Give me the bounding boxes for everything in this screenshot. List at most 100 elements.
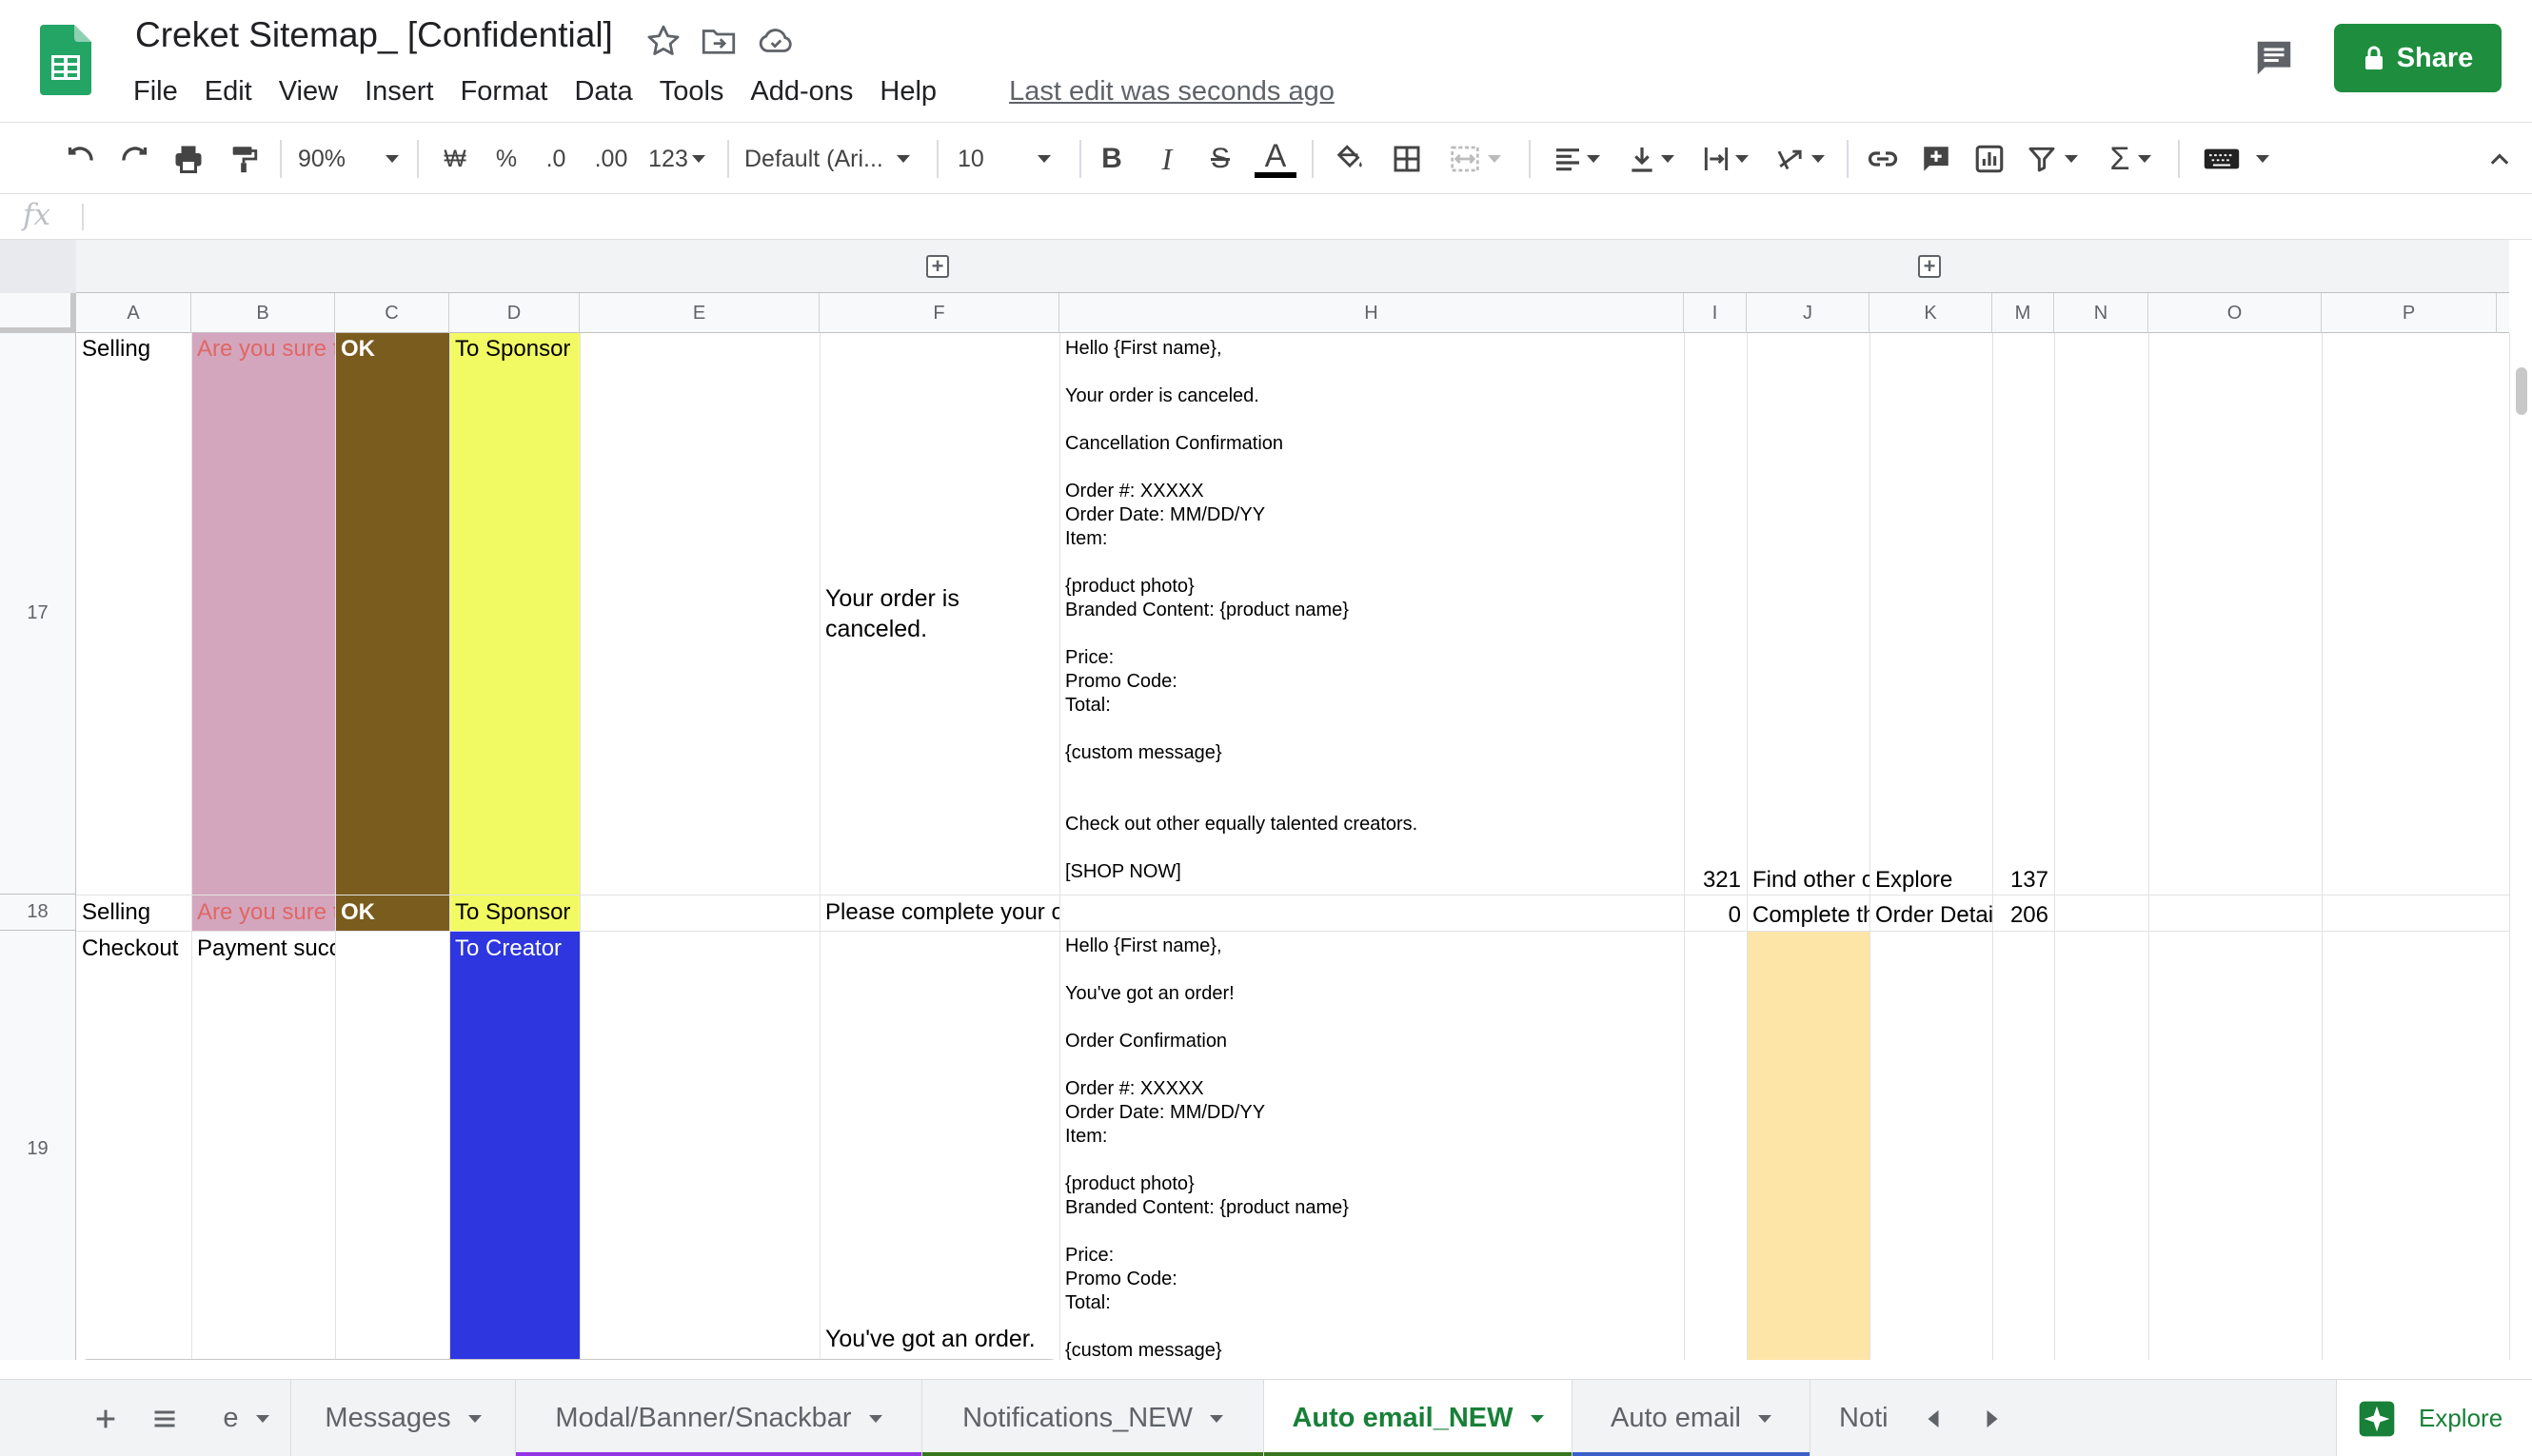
input-tools-icon[interactable] [2193, 123, 2279, 195]
column-header-j[interactable]: J [1747, 293, 1869, 333]
column-header-k[interactable]: K [1869, 293, 1992, 333]
paint-format-icon[interactable] [221, 123, 267, 195]
formula-input[interactable] [95, 194, 2513, 240]
add-sheet-icon[interactable] [80, 1380, 131, 1456]
horizontal-align-icon[interactable] [1544, 123, 1609, 195]
menu-insert[interactable]: Insert [365, 76, 434, 108]
sheet-tab-auto-email[interactable]: Auto email [1573, 1380, 1810, 1456]
text-rotation-icon[interactable] [1767, 123, 1833, 195]
cell-b19[interactable]: Payment success [191, 933, 335, 965]
strikethrough-button[interactable]: S [1201, 123, 1239, 195]
sheet-tab-auto-email-new[interactable]: Auto email_NEW [1264, 1380, 1573, 1456]
text-wrapping-icon[interactable] [1692, 123, 1757, 195]
insert-chart-icon[interactable] [1967, 123, 2012, 195]
insert-comment-icon[interactable] [1913, 123, 1959, 195]
cell-a18[interactable]: Selling [76, 896, 191, 929]
column-header-d[interactable]: D [449, 293, 580, 333]
currency-format-button[interactable]: ₩ [436, 123, 474, 195]
undo-icon[interactable] [57, 123, 103, 195]
collapse-toolbar-icon[interactable] [2481, 123, 2519, 195]
column-header-o[interactable]: O [2148, 293, 2322, 333]
sheet-tab-partial[interactable]: e [202, 1380, 291, 1456]
merge-cells-icon[interactable] [1441, 123, 1508, 195]
all-sheets-icon[interactable] [139, 1380, 190, 1456]
scroll-tabs-left-icon[interactable] [1908, 1380, 1959, 1456]
expand-group-icon[interactable]: + [926, 255, 949, 278]
sheet-tab-modal-banner-snackbar[interactable]: Modal/Banner/Snackbar [516, 1380, 922, 1456]
cell-k18[interactable]: Order Detail [1869, 899, 1992, 932]
column-header-e[interactable]: E [580, 293, 820, 333]
sheet-tab-messages[interactable]: Messages [291, 1380, 516, 1456]
explore-button[interactable]: Explore [2336, 1380, 2532, 1456]
borders-icon[interactable] [1386, 123, 1428, 195]
cell-b17[interactable]: Are you sure t [191, 333, 335, 365]
cell-d19[interactable]: To Creator [449, 933, 580, 965]
row-header-19[interactable]: 19 [0, 931, 76, 1360]
more-formats-button[interactable]: 123 [643, 123, 710, 195]
column-header-n[interactable]: N [2054, 293, 2148, 333]
zoom-select[interactable]: 90% [291, 123, 406, 195]
star-icon[interactable] [643, 21, 683, 61]
menu-data[interactable]: Data [574, 76, 632, 108]
vertical-align-icon[interactable] [1618, 123, 1683, 195]
filter-icon[interactable] [2020, 123, 2085, 195]
menu-edit[interactable]: Edit [205, 76, 252, 108]
document-title[interactable]: Creket Sitemap_ [Confidential] [135, 15, 613, 55]
expand-group-icon[interactable]: + [1918, 255, 1941, 278]
print-icon[interactable] [166, 123, 211, 195]
increase-decimals-button[interactable]: .00 [588, 123, 634, 195]
column-header-p[interactable]: P [2322, 293, 2497, 333]
cell-m18[interactable]: 206 [1992, 899, 2054, 932]
insert-link-icon[interactable] [1860, 123, 1906, 195]
sheets-logo-icon[interactable] [40, 25, 91, 95]
column-header-m[interactable]: M [1992, 293, 2054, 333]
decrease-decimals-button[interactable]: .0 [537, 123, 575, 195]
percent-format-button[interactable]: % [487, 123, 525, 195]
last-edit-link[interactable]: Last edit was seconds ago [1009, 76, 1335, 108]
select-all-corner[interactable] [0, 293, 76, 333]
cell-i18[interactable]: 0 [1684, 899, 1747, 932]
comment-history-icon[interactable] [2252, 36, 2296, 80]
cell-f17[interactable]: Your order is canceled. [820, 333, 1059, 895]
share-button[interactable]: Share [2334, 24, 2502, 92]
sheet-tab-noti-partial[interactable]: Noti [1810, 1380, 1902, 1456]
vertical-scrollbar[interactable] [2509, 333, 2532, 1360]
italic-button[interactable]: I [1148, 123, 1186, 195]
cell-f19[interactable]: You've got an order. [820, 1323, 1059, 1355]
functions-button[interactable]: Σ [2098, 123, 2163, 195]
cell-a17[interactable]: Selling [76, 333, 191, 365]
cell-i17[interactable]: 321 [1684, 864, 1747, 896]
cell-c18[interactable]: OK [335, 896, 449, 929]
cell-m17[interactable]: 137 [1992, 864, 2054, 896]
cell-f18[interactable]: Please complete your o [820, 896, 1059, 929]
menu-format[interactable]: Format [461, 76, 548, 108]
cell-d18[interactable]: To Sponsor [449, 896, 580, 929]
column-header-b[interactable]: B [191, 293, 335, 333]
cell-d17[interactable]: To Sponsor [449, 333, 580, 365]
row-header-17[interactable]: 17 [0, 333, 76, 895]
font-size-select[interactable]: 10 [958, 123, 1072, 195]
cell-a19[interactable]: Checkout [76, 933, 191, 965]
menu-tools[interactable]: Tools [660, 76, 724, 108]
cell-k17[interactable]: Explore [1869, 864, 1992, 896]
cell-j18[interactable]: Complete th [1747, 899, 1869, 932]
cell-c17[interactable]: OK [335, 333, 449, 365]
cell-b18[interactable]: Are you sure t [191, 896, 335, 929]
menu-file[interactable]: File [133, 76, 178, 108]
cloud-status-icon[interactable] [756, 21, 796, 61]
column-header-f[interactable]: F [820, 293, 1059, 333]
bold-button[interactable]: B [1093, 123, 1131, 195]
column-header-c[interactable]: C [335, 293, 449, 333]
redo-icon[interactable] [112, 123, 158, 195]
move-folder-icon[interactable] [699, 21, 739, 61]
text-color-button[interactable]: A [1255, 123, 1296, 195]
cell-j17[interactable]: Find other c [1747, 864, 1869, 896]
fill-color-icon[interactable] [1329, 123, 1371, 195]
font-family-select[interactable]: Default (Ari... [744, 123, 921, 195]
column-header-i[interactable]: I [1684, 293, 1747, 333]
scroll-tabs-right-icon[interactable] [1967, 1380, 2018, 1456]
menu-addons[interactable]: Add-ons [750, 76, 853, 108]
column-header-h[interactable]: H [1059, 293, 1684, 333]
row-header-18[interactable]: 18 [0, 895, 76, 931]
horizontal-scroll-thumb[interactable] [82, 1359, 1057, 1360]
